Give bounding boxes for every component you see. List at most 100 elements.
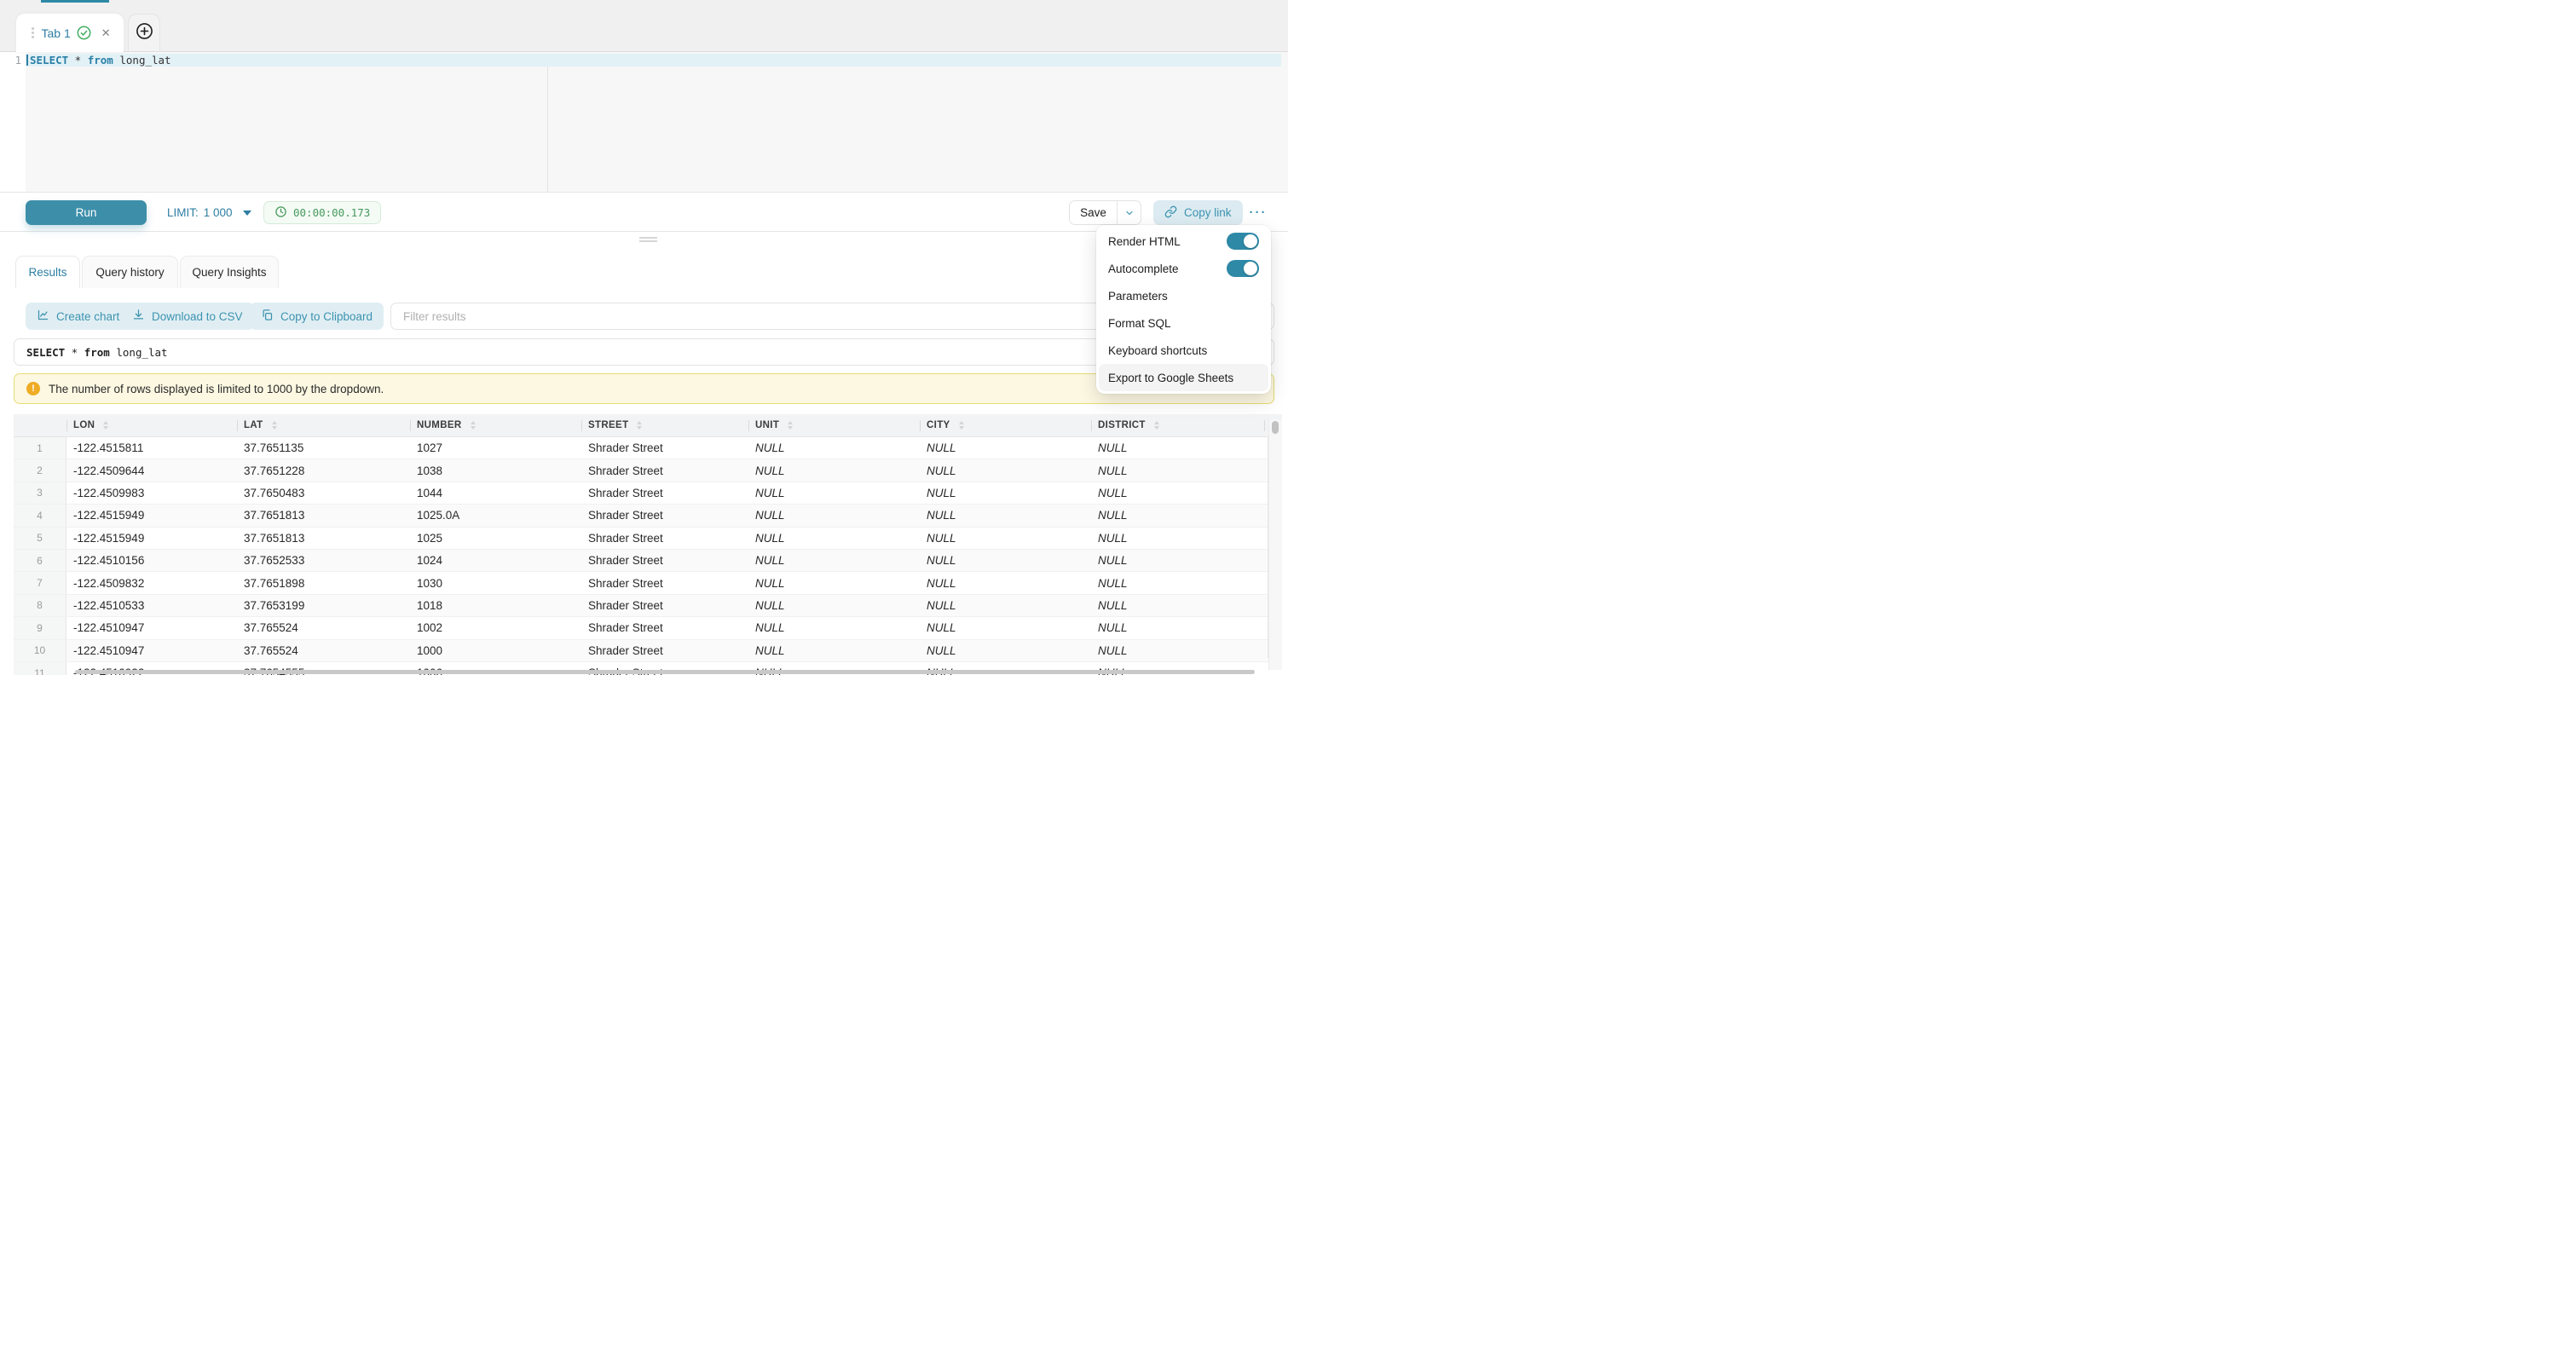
table-row[interactable]: 10-122.451094737.7655241000Shrader Stree… [14, 640, 1282, 662]
save-dropdown-button[interactable] [1118, 201, 1141, 224]
cell[interactable]: NULL [920, 459, 1091, 481]
table-row[interactable]: 1-122.451581137.76511351027Shrader Stree… [14, 437, 1282, 459]
cell[interactable]: -122.4510947 [66, 617, 237, 638]
add-tab-button[interactable] [128, 14, 160, 51]
column-header-number[interactable]: NUMBER [410, 414, 581, 436]
cell[interactable]: NULL [748, 437, 920, 459]
cell[interactable]: 37.7651228 [237, 459, 410, 481]
column-header-city[interactable]: CITY [920, 414, 1091, 436]
cell[interactable]: NULL [748, 572, 920, 593]
tab-query-insights[interactable]: Query Insights [180, 256, 279, 288]
cell[interactable]: NULL [920, 482, 1091, 504]
cell[interactable]: -122.4510533 [66, 595, 237, 616]
menu-item-parameters[interactable]: Parameters [1096, 282, 1271, 309]
cell[interactable]: 1002 [410, 617, 581, 638]
cell[interactable]: NULL [920, 617, 1091, 638]
save-button[interactable]: Save [1070, 201, 1117, 224]
cell[interactable]: NULL [920, 640, 1091, 661]
cell[interactable]: NULL [920, 437, 1091, 459]
cell[interactable]: NULL [920, 505, 1091, 526]
sort-icon[interactable] [471, 421, 476, 430]
cell[interactable]: NULL [920, 528, 1091, 549]
column-header-district[interactable]: DISTRICT [1091, 414, 1264, 436]
sql-editor[interactable]: 1 SELECT * from long_lat [0, 51, 1288, 192]
column-header-lat[interactable]: LAT [237, 414, 410, 436]
cell[interactable]: 1018 [410, 595, 581, 616]
cell[interactable]: NULL [748, 550, 920, 571]
table-row[interactable]: 7-122.450983237.76518981030Shrader Stree… [14, 572, 1282, 594]
copy-link-button[interactable]: Copy link [1153, 200, 1243, 225]
toggle-on[interactable] [1227, 260, 1259, 277]
cell[interactable]: NULL [1091, 572, 1264, 593]
cell[interactable]: Shrader Street [581, 528, 748, 549]
cell[interactable]: Shrader Street [581, 572, 748, 593]
tab-drag-handle-icon[interactable] [32, 27, 34, 38]
cell[interactable]: NULL [1091, 640, 1264, 661]
cell[interactable]: 1000 [410, 640, 581, 661]
cell[interactable]: NULL [748, 595, 920, 616]
sort-icon[interactable] [788, 421, 793, 430]
cell[interactable]: -122.4509832 [66, 572, 237, 593]
cell[interactable]: Shrader Street [581, 640, 748, 661]
menu-item-autocomplete[interactable]: Autocomplete [1096, 255, 1271, 282]
cell[interactable]: NULL [1091, 617, 1264, 638]
cell[interactable]: NULL [748, 459, 920, 481]
vertical-scrollbar-track[interactable] [1268, 419, 1282, 670]
menu-item-export-to-google-sheets[interactable]: Export to Google Sheets [1099, 364, 1268, 391]
column-header-lon[interactable]: LON [66, 414, 237, 436]
cell[interactable]: 37.765524 [237, 617, 410, 638]
cell[interactable]: NULL [1091, 437, 1264, 459]
cell[interactable]: -122.4509644 [66, 459, 237, 481]
cell[interactable]: NULL [748, 505, 920, 526]
cell[interactable]: -122.4510156 [66, 550, 237, 571]
cell[interactable]: -122.4515811 [66, 437, 237, 459]
cell[interactable]: Shrader Street [581, 595, 748, 616]
sort-icon[interactable] [637, 421, 642, 430]
cell[interactable]: Shrader Street [581, 459, 748, 481]
cell[interactable]: -122.4510947 [66, 640, 237, 661]
cell[interactable]: 37.7651813 [237, 528, 410, 549]
cell[interactable]: NULL [1091, 595, 1264, 616]
cell[interactable]: 37.7651813 [237, 505, 410, 526]
cell[interactable]: Shrader Street [581, 482, 748, 504]
cell[interactable]: -122.4515949 [66, 505, 237, 526]
cell[interactable]: NULL [1091, 528, 1264, 549]
cell[interactable]: -122.4515949 [66, 528, 237, 549]
run-button[interactable]: Run [26, 200, 147, 225]
cell[interactable]: NULL [920, 550, 1091, 571]
cell[interactable]: Shrader Street [581, 550, 748, 571]
create-chart-button[interactable]: Create chart [26, 303, 130, 330]
cell[interactable]: NULL [748, 617, 920, 638]
cell[interactable]: 37.7651135 [237, 437, 410, 459]
cell[interactable]: NULL [920, 572, 1091, 593]
download-to-csv-button[interactable]: Download to CSV [121, 303, 254, 330]
tab-results[interactable]: Results [15, 256, 80, 288]
cell[interactable]: Shrader Street [581, 505, 748, 526]
close-icon[interactable]: ✕ [101, 26, 111, 40]
cell[interactable]: 37.7651898 [237, 572, 410, 593]
cell[interactable]: NULL [1091, 550, 1264, 571]
cell[interactable]: NULL [920, 595, 1091, 616]
column-header-unit[interactable]: UNIT [748, 414, 920, 436]
toggle-on[interactable] [1227, 233, 1259, 250]
tab-1[interactable]: Tab 1 ✕ [16, 14, 124, 52]
table-row[interactable]: 5-122.451594937.76518131025Shrader Stree… [14, 528, 1282, 550]
limit-dropdown[interactable]: LIMIT: 1 000 [167, 200, 251, 225]
cell[interactable]: NULL [1091, 505, 1264, 526]
cell[interactable]: 37.7650483 [237, 482, 410, 504]
pane-resize-handle[interactable] [639, 237, 657, 243]
cell[interactable]: Shrader Street [581, 437, 748, 459]
cell[interactable]: 1024 [410, 550, 581, 571]
editor-code-line[interactable]: SELECT * from long_lat [30, 54, 171, 66]
cell[interactable]: 37.7652533 [237, 550, 410, 571]
sort-icon[interactable] [272, 421, 277, 430]
table-row[interactable]: 6-122.451015637.76525331024Shrader Stree… [14, 550, 1282, 572]
horizontal-scrollbar-thumb[interactable] [75, 670, 1255, 674]
cell[interactable]: 1038 [410, 459, 581, 481]
cell[interactable]: Shrader Street [581, 617, 748, 638]
cell[interactable]: 37.7653199 [237, 595, 410, 616]
cell[interactable]: NULL [1091, 482, 1264, 504]
cell[interactable]: 1025.0A [410, 505, 581, 526]
cell[interactable]: 1044 [410, 482, 581, 504]
cell[interactable]: NULL [748, 528, 920, 549]
